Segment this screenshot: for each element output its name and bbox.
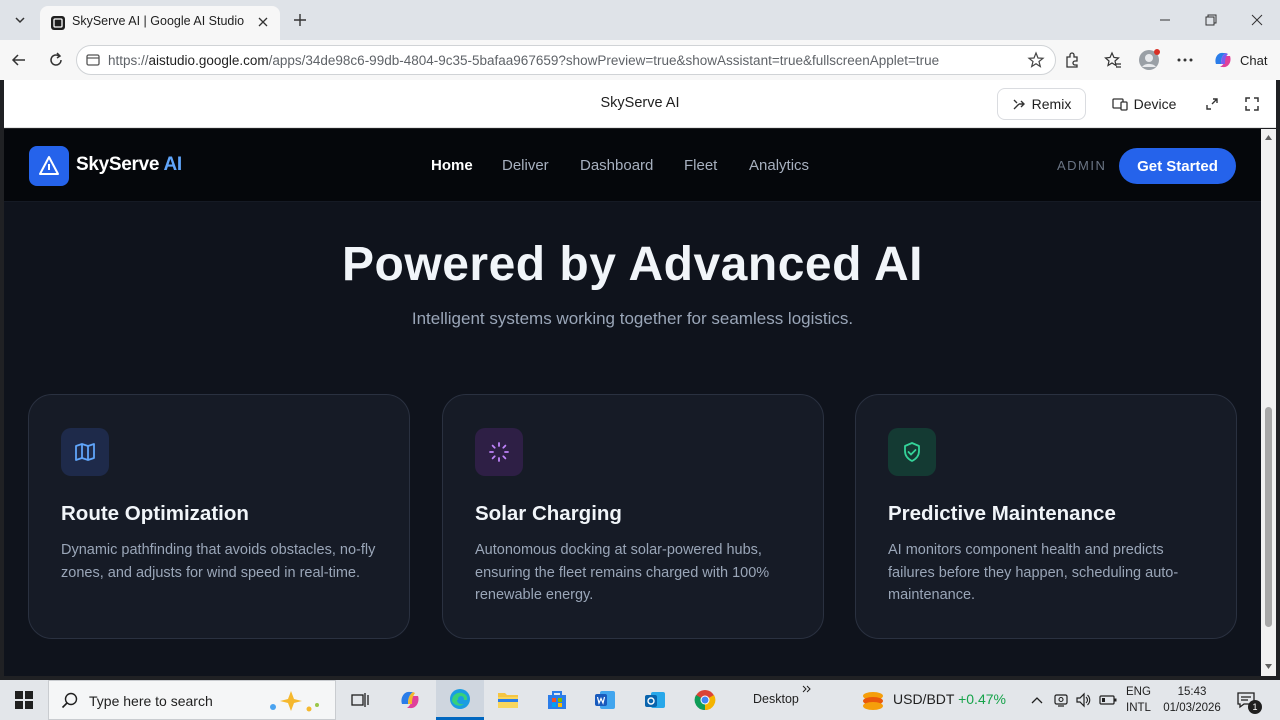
- scroll-up-arrow-icon[interactable]: [1264, 133, 1273, 142]
- feature-title: Solar Charging: [475, 502, 622, 525]
- admin-link[interactable]: ADMIN: [1057, 158, 1106, 173]
- search-icon: [61, 692, 78, 709]
- remix-button[interactable]: Remix: [997, 88, 1086, 120]
- search-highlight-sparkles-icon: [270, 691, 319, 712]
- volume-icon[interactable]: [1074, 691, 1092, 709]
- favorites-icon[interactable]: [1102, 49, 1124, 71]
- feature-description: Dynamic pathfinding that avoids obstacle…: [61, 542, 376, 581]
- task-view-icon[interactable]: [336, 680, 384, 720]
- new-tab-plus-icon[interactable]: [288, 8, 312, 32]
- remix-icon: [1013, 99, 1025, 110]
- browser-toolbar: https://aistudio.google.com/apps/34de98c…: [0, 40, 1280, 80]
- feature-title: Predictive Maintenance: [888, 502, 1116, 525]
- windows-start-icon[interactable]: [0, 680, 48, 720]
- file-explorer-icon[interactable]: [484, 680, 532, 720]
- desktop-toolbar-label[interactable]: Desktop: [753, 692, 799, 706]
- section-title: Powered by Advanced AI: [342, 238, 923, 291]
- tab-list-chevron-icon[interactable]: [8, 8, 32, 32]
- nav-fleet[interactable]: Fleet: [684, 157, 717, 174]
- ai-studio-header: SkyServe AI Remix Device: [4, 80, 1276, 128]
- toolbar-expand-chevrons-icon[interactable]: [802, 685, 812, 693]
- app-navbar: SkyServe AI Home Deliver Dashboard Fleet…: [4, 129, 1261, 202]
- currency-ticker[interactable]: USD/BDT +0.47%: [893, 691, 1006, 707]
- brand-logo[interactable]: SkyServe AI: [76, 154, 182, 176]
- open-in-new-icon[interactable]: [1202, 94, 1222, 114]
- meet-now-camera-icon[interactable]: [1052, 691, 1070, 709]
- nav-dashboard[interactable]: Dashboard: [580, 157, 653, 174]
- search-placeholder: Type here to search: [89, 693, 213, 709]
- tab-title: SkyServe AI | Google AI Studio: [72, 14, 245, 28]
- copilot-app-icon[interactable]: [386, 680, 434, 720]
- feature-title: Route Optimization: [61, 502, 249, 525]
- word-icon[interactable]: [581, 680, 629, 720]
- close-window-icon[interactable]: [1242, 6, 1272, 34]
- more-options-icon[interactable]: [1174, 49, 1196, 71]
- outlook-icon[interactable]: [631, 680, 679, 720]
- scrollbar-thumb[interactable]: [1265, 407, 1272, 627]
- feature-card-predictive-maintenance: Predictive Maintenance AI monitors compo…: [855, 394, 1237, 639]
- chrome-icon[interactable]: [681, 680, 729, 720]
- battery-icon[interactable]: [1099, 691, 1117, 709]
- nav-home[interactable]: Home: [431, 157, 473, 174]
- device-label: Device: [1133, 96, 1177, 112]
- windows-taskbar: Type here to search Desktop USD/BDT +0.4…: [0, 680, 1280, 720]
- feature-card-route-optimization: Route Optimization Dynamic pathfinding t…: [28, 394, 410, 639]
- nav-analytics[interactable]: Analytics: [749, 157, 809, 174]
- loader-icon: [475, 428, 523, 476]
- map-icon: [61, 428, 109, 476]
- get-started-button[interactable]: Get Started: [1119, 148, 1236, 184]
- device-icon: [1111, 98, 1128, 111]
- address-bar[interactable]: https://aistudio.google.com/apps/34de98c…: [76, 45, 1056, 75]
- shield-check-icon: [888, 428, 936, 476]
- minimize-icon[interactable]: [1150, 6, 1180, 34]
- taskbar-search-box[interactable]: Type here to search: [48, 680, 336, 720]
- back-arrow-icon[interactable]: [7, 48, 31, 72]
- remix-label: Remix: [1031, 96, 1072, 112]
- show-hidden-icons-chevron-icon[interactable]: [1028, 691, 1046, 709]
- site-info-icon[interactable]: [85, 52, 101, 68]
- currency-coins-icon: [863, 692, 883, 710]
- copilot-icon: [1215, 52, 1231, 68]
- notification-center-icon[interactable]: 1: [1236, 690, 1262, 714]
- input-language-indicator[interactable]: ENG INTL: [1126, 684, 1151, 716]
- feature-description: AI monitors component health and predict…: [888, 542, 1179, 603]
- profile-avatar-icon[interactable]: [1138, 49, 1160, 71]
- microsoft-store-icon[interactable]: [533, 680, 581, 720]
- nav-deliver[interactable]: Deliver: [502, 157, 549, 174]
- url-text: https://aistudio.google.com/apps/34de98c…: [108, 53, 940, 68]
- scroll-down-arrow-icon[interactable]: [1264, 662, 1273, 671]
- favorite-star-icon[interactable]: [1027, 51, 1045, 69]
- copilot-chat-button[interactable]: Chat: [1206, 46, 1272, 74]
- page-scrollbar[interactable]: [1261, 129, 1276, 676]
- logo-icon[interactable]: [29, 146, 69, 186]
- reload-icon[interactable]: [44, 48, 68, 72]
- device-button[interactable]: Device: [1102, 88, 1186, 120]
- section-subtitle: Intelligent systems working together for…: [411, 309, 854, 328]
- tab-close-icon[interactable]: [254, 13, 272, 31]
- feature-description: Autonomous docking at solar-powered hubs…: [475, 542, 770, 603]
- app-preview: SkyServe AI Home Deliver Dashboard Fleet…: [4, 129, 1261, 676]
- feature-card-solar-charging: Solar Charging Autonomous docking at sol…: [442, 394, 824, 639]
- extensions-icon[interactable]: [1061, 49, 1083, 71]
- edge-browser-icon[interactable]: [436, 680, 484, 720]
- restore-icon[interactable]: [1196, 6, 1226, 34]
- browser-tab-active[interactable]: SkyServe AI | Google AI Studio: [40, 6, 280, 40]
- fullscreen-icon[interactable]: [1242, 94, 1262, 114]
- ai-studio-favicon-icon: [50, 15, 66, 31]
- browser-tab-strip: SkyServe AI | Google AI Studio: [0, 0, 1280, 40]
- system-clock[interactable]: 15:43 01/03/2026: [1162, 684, 1222, 716]
- chat-label: Chat: [1240, 52, 1268, 68]
- notification-count-badge: 1: [1248, 700, 1262, 714]
